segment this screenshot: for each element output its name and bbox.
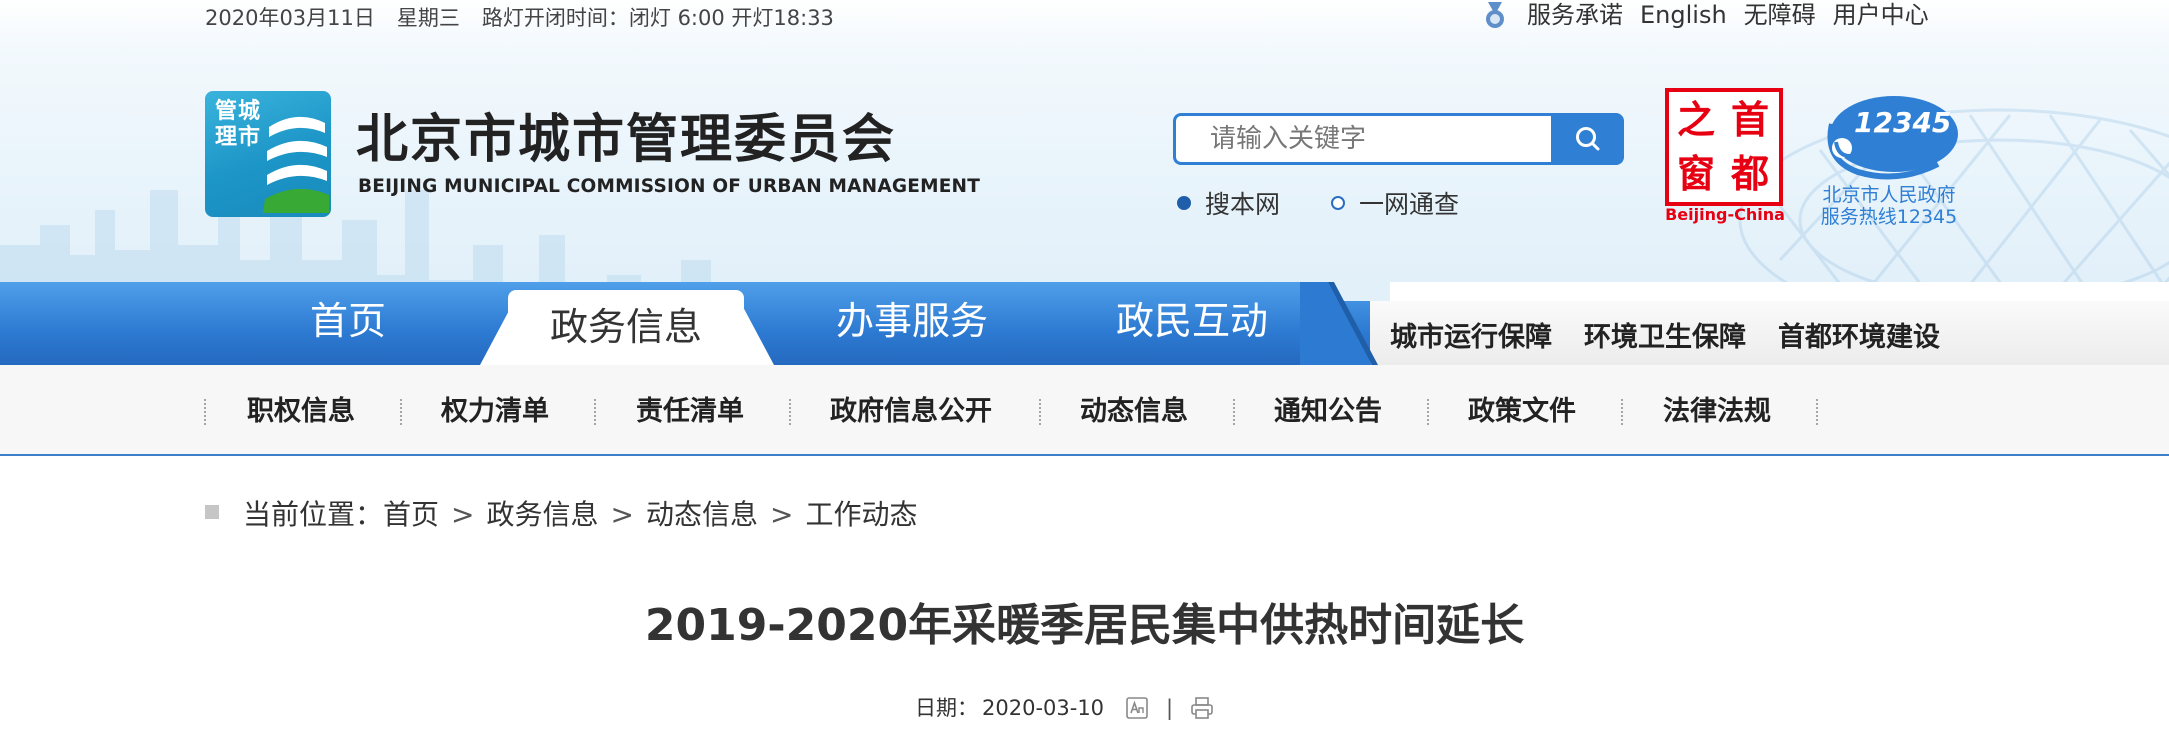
- search-input[interactable]: [1173, 113, 1551, 165]
- breadcrumb-news[interactable]: 动态信息: [646, 498, 758, 531]
- hotline-text: 北京市人民政府 服务热线12345: [1814, 184, 1964, 228]
- breadcrumb-label: 当前位置：: [243, 498, 384, 531]
- site-title[interactable]: 北京市城市管理委员会: [356, 110, 896, 170]
- breadcrumb-separator: >: [770, 498, 794, 531]
- date-label: 日期：: [915, 696, 978, 720]
- medal-icon: [1480, 0, 1510, 30]
- font-size-icon[interactable]: [1124, 695, 1150, 721]
- nav-city-operation[interactable]: 城市运行保障: [1390, 318, 1552, 358]
- breadcrumb-separator: >: [451, 498, 475, 531]
- topbar-info: 2020年03月11日 星期三 路灯开闭时间：闭灯 6:00 开灯18:33: [205, 3, 856, 33]
- breadcrumb-gov-info[interactable]: 政务信息: [487, 498, 599, 531]
- meta-divider: |: [1166, 696, 1174, 720]
- article-title: 2019-2020年采暖季居民集中供热时间延长: [644, 600, 1525, 651]
- capital-window-seal[interactable]: 之 首 窗 都: [1665, 88, 1783, 206]
- sub-nav-authority-info[interactable]: 职权信息: [247, 392, 355, 432]
- seal-char: 都: [1731, 152, 1770, 196]
- breadcrumb: 当前位置：首页 > 政务信息 > 动态信息 > 工作动态: [243, 495, 917, 535]
- breadcrumb-home[interactable]: 首页: [383, 498, 439, 531]
- nav-slant-decoration: [1300, 282, 1390, 365]
- site-subtitle: BEIJING MUNICIPAL COMMISSION OF URBAN MA…: [358, 176, 981, 197]
- english-link[interactable]: English: [1640, 0, 1727, 30]
- search-scope-all-label: 一网通查: [1359, 190, 1460, 219]
- service-commitment-link[interactable]: 服务承诺: [1527, 0, 1623, 30]
- nav-home[interactable]: 首页: [268, 282, 428, 365]
- sub-nav-divider: [1816, 399, 1818, 425]
- user-center-link[interactable]: 用户中心: [1833, 0, 1929, 30]
- sub-nav-laws[interactable]: 法律法规: [1663, 392, 1771, 432]
- streetlight-times: 路灯开闭时间：闭灯 6:00 开灯18:33: [481, 6, 834, 30]
- sub-nav-divider: [1039, 399, 1041, 425]
- article-date: 2020-03-10: [982, 696, 1105, 720]
- accessibility-link[interactable]: 无障碍: [1744, 0, 1816, 30]
- sub-nav-divider: [204, 399, 206, 425]
- nav-gov-info[interactable]: 政务信息: [508, 290, 744, 365]
- search-button[interactable]: [1551, 113, 1624, 165]
- nav-interaction[interactable]: 政民互动: [1092, 282, 1292, 365]
- sub-nav-power-list[interactable]: 权力清单: [441, 392, 549, 432]
- sub-nav-notices[interactable]: 通知公告: [1274, 392, 1382, 432]
- breadcrumb-work-news[interactable]: 工作动态: [805, 498, 917, 531]
- sub-nav-divider: [1621, 399, 1623, 425]
- search-scope-site-label: 搜本网: [1205, 190, 1281, 219]
- breadcrumb-marker-icon: [205, 505, 219, 519]
- current-date: 2020年03月11日: [205, 6, 375, 30]
- search-icon: [1575, 127, 1599, 151]
- sub-nav-policies[interactable]: 政策文件: [1468, 392, 1576, 432]
- radio-unselected-icon: [1331, 196, 1345, 210]
- hotline-badge[interactable]: 12345: [1818, 90, 1960, 182]
- search-scope-all[interactable]: 一网通查: [1331, 188, 1460, 219]
- sub-nav-responsibility-list[interactable]: 责任清单: [636, 392, 744, 432]
- emblem-ribbon-icon: [263, 116, 329, 213]
- nav-capital-environment[interactable]: 首都环境建设: [1778, 318, 1940, 358]
- sub-nav-divider: [594, 399, 596, 425]
- site-emblem[interactable]: 管城 理市: [205, 91, 331, 217]
- radio-selected-icon: [1177, 196, 1191, 210]
- hotline-number: 12345: [1854, 106, 1952, 139]
- sub-nav-divider: [789, 399, 791, 425]
- hotline-line2: 服务热线12345: [1820, 206, 1958, 228]
- sub-nav-divider: [1427, 399, 1429, 425]
- hotline-line1: 北京市人民政府: [1822, 184, 1956, 206]
- sub-nav-divider: [1233, 399, 1235, 425]
- current-weekday: 星期三: [396, 6, 460, 30]
- print-icon[interactable]: [1189, 695, 1215, 721]
- seal-char: 首: [1731, 98, 1770, 142]
- nav-services[interactable]: 办事服务: [812, 282, 1012, 365]
- sub-nav-gov-disclosure[interactable]: 政府信息公开: [830, 392, 992, 432]
- article-meta: 日期： 2020-03-10 |: [915, 692, 1215, 724]
- sub-nav-divider: [400, 399, 402, 425]
- nav-sanitation[interactable]: 环境卫生保障: [1584, 318, 1746, 358]
- search-scope-site[interactable]: 搜本网: [1177, 188, 1281, 219]
- breadcrumb-separator: >: [610, 498, 634, 531]
- seal-char: 窗: [1677, 152, 1716, 196]
- seal-char: 之: [1677, 98, 1716, 142]
- sub-nav-news[interactable]: 动态信息: [1080, 392, 1188, 432]
- topbar-links: 服务承诺 English 无障碍 用户中心: [1480, 0, 1929, 30]
- capital-window-label: Beijing-China: [1665, 205, 1785, 224]
